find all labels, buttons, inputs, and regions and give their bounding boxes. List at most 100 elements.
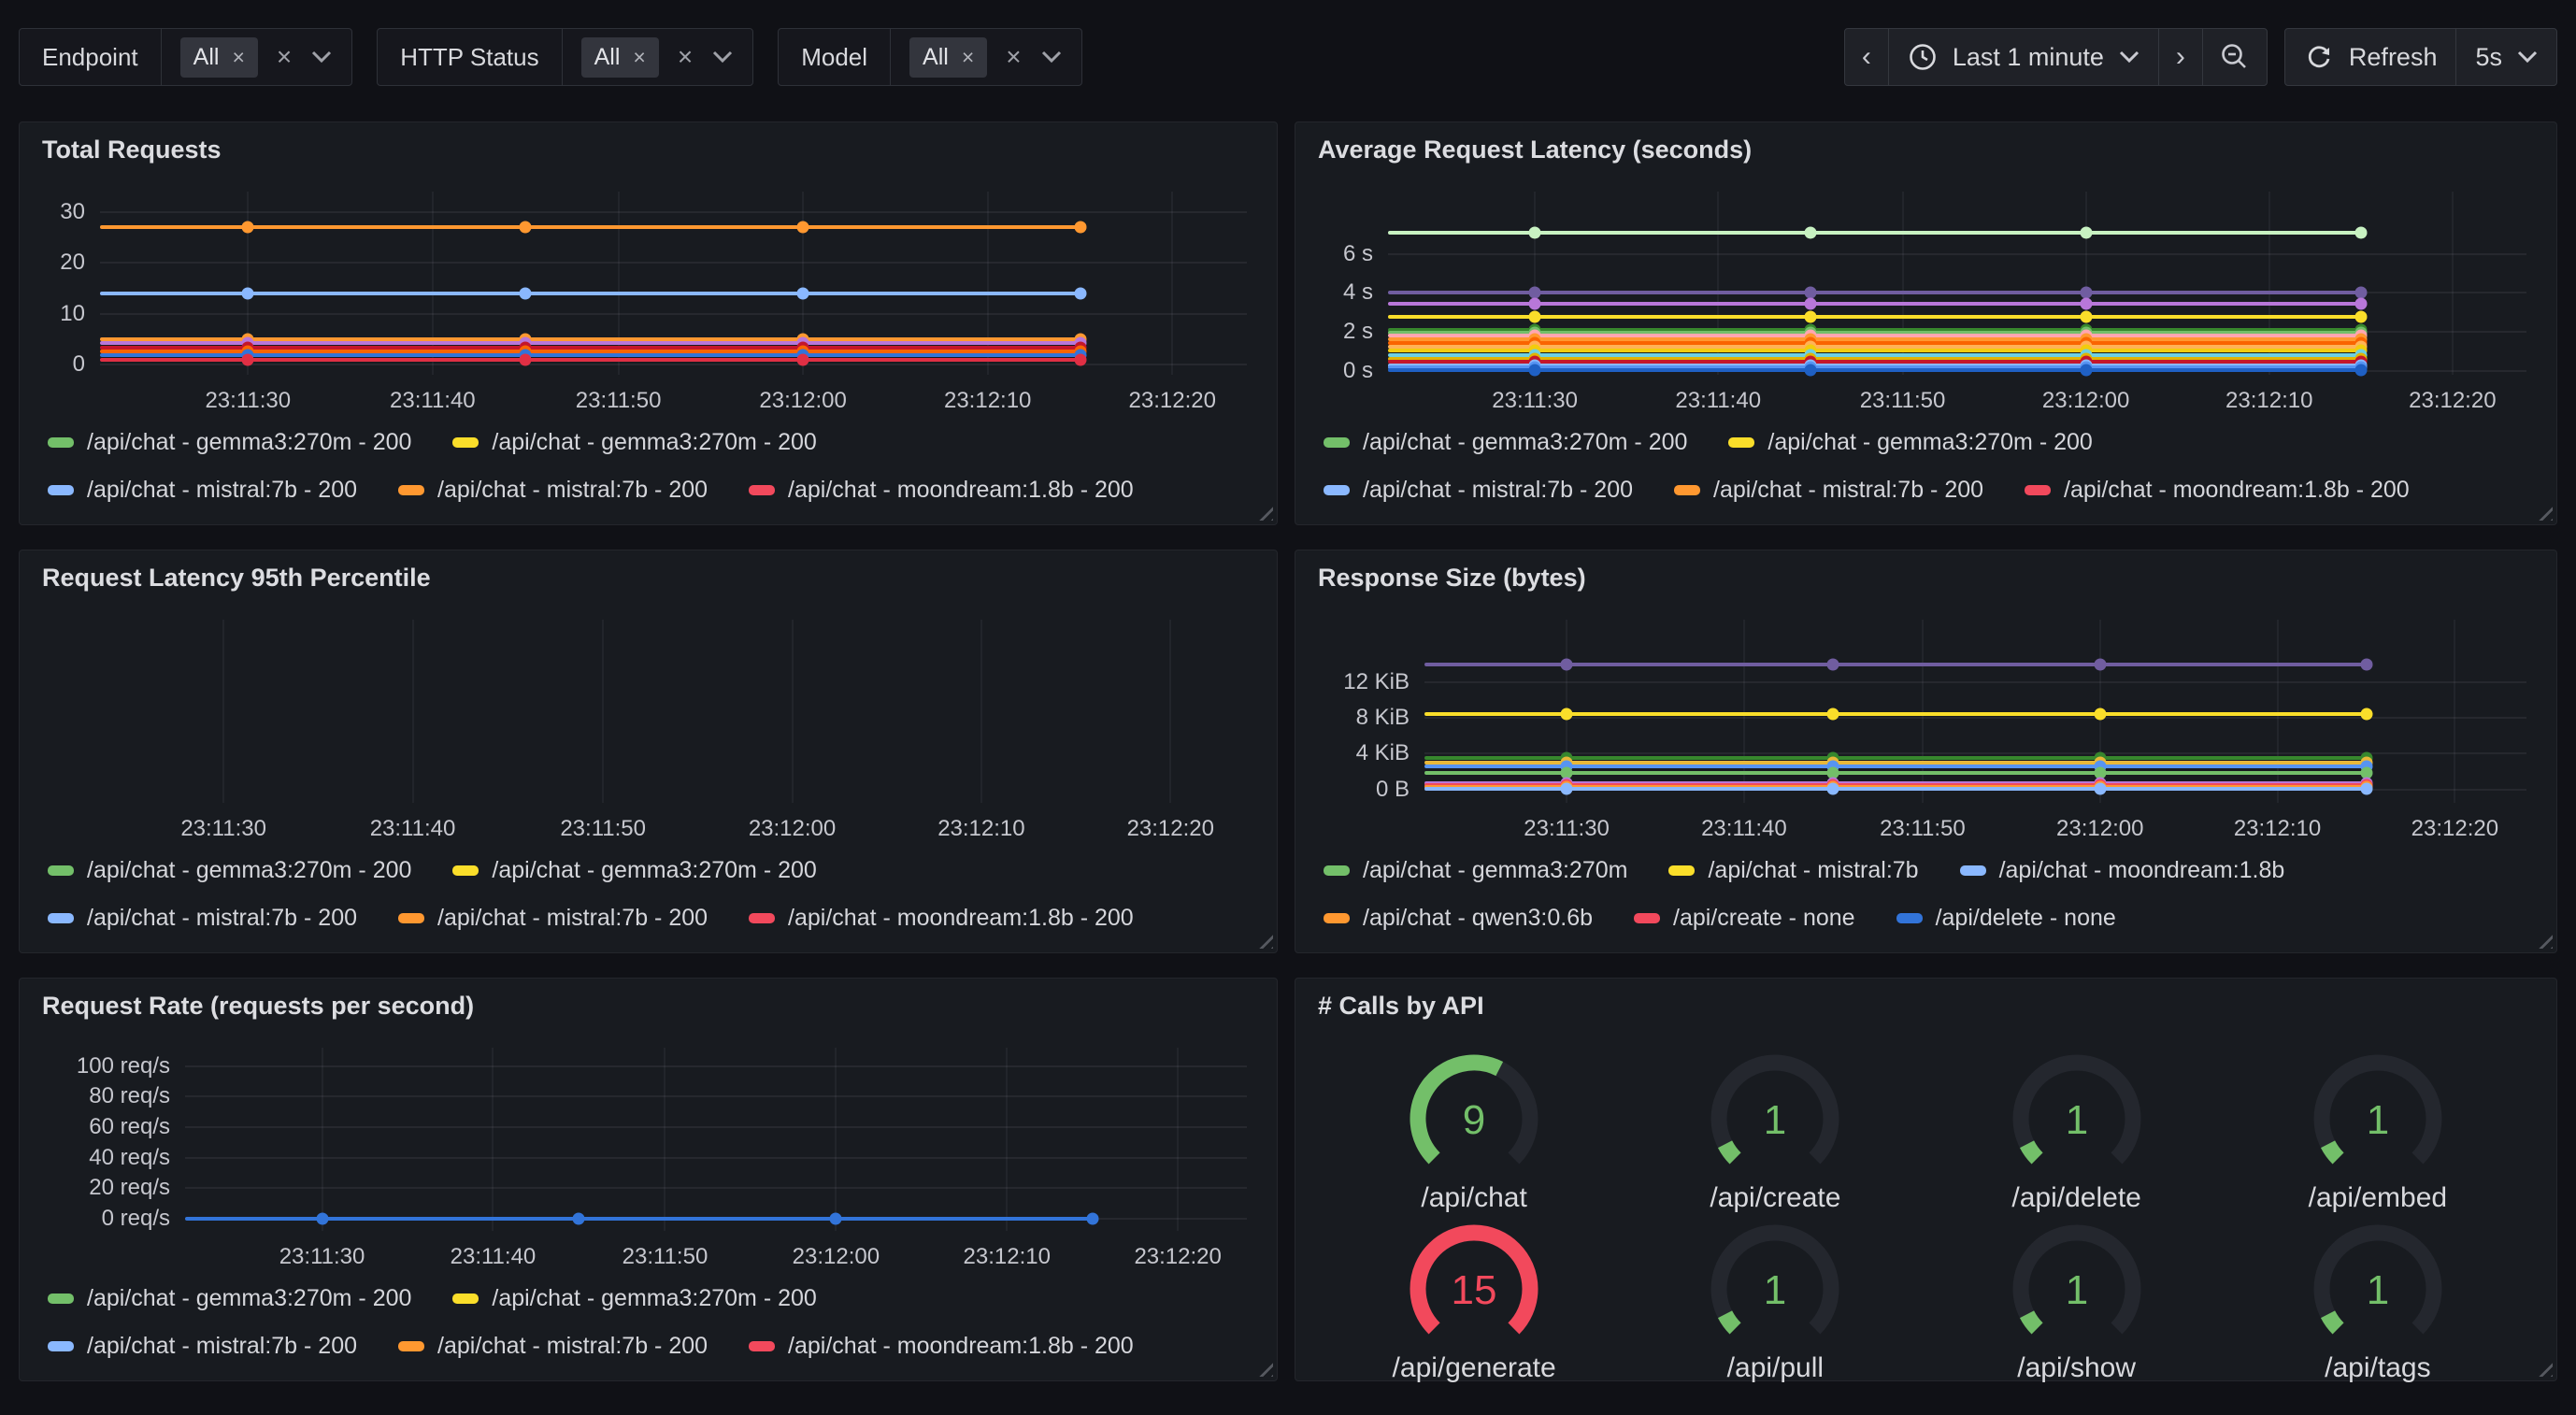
- time-range-picker-button[interactable]: Last 1 minute: [1889, 29, 2159, 85]
- legend-item[interactable]: /api/chat - gemma3:270m - 200: [1324, 429, 1687, 456]
- legend-item[interactable]: /api/chat - mistral:7b - 200: [398, 1333, 708, 1360]
- time-series-chart[interactable]: 0 B4 KiB8 KiB12 KiB23:11:3023:11:4023:11…: [1324, 612, 2536, 846]
- legend-item[interactable]: /api/chat - mistral:7b - 200: [1674, 477, 1983, 504]
- tag-remove-icon[interactable]: ×: [633, 47, 645, 68]
- filter-http-status: HTTP Status All × ×: [377, 28, 753, 86]
- plot-area: 010203023:11:3023:11:4023:11:5023:12:002…: [100, 192, 1247, 375]
- time-range-group: ‹ Last 1 minute ›: [1844, 28, 2268, 86]
- x-gridline: [1171, 192, 1173, 375]
- refresh-interval-button[interactable]: 5s: [2456, 29, 2556, 85]
- panel-title[interactable]: Request Rate (requests per second): [42, 992, 474, 1021]
- panel-resize-handle[interactable]: [1256, 504, 1273, 521]
- data-point: [1529, 311, 1541, 323]
- y-gridline: [185, 1157, 1247, 1159]
- legend-item[interactable]: /api/chat - moondream:1.8b - 200: [2025, 477, 2410, 504]
- y-gridline: [100, 262, 1247, 264]
- refresh-group: Refresh 5s: [2284, 28, 2557, 86]
- legend-item[interactable]: /api/chat - mistral:7b - 200: [48, 477, 357, 504]
- clear-selection-icon[interactable]: ×: [678, 44, 693, 70]
- time-series-chart[interactable]: 23:11:3023:11:4023:11:5023:12:0023:12:10…: [48, 612, 1256, 846]
- gauge-value: 1: [2367, 1267, 2389, 1313]
- legend-swatch: [48, 1294, 74, 1304]
- legend-item[interactable]: /api/delete - none: [1896, 905, 2116, 932]
- clear-selection-icon[interactable]: ×: [277, 44, 292, 70]
- gauge-label: /api/show: [2017, 1352, 2136, 1384]
- y-axis-tick-label: 6 s: [1343, 241, 1388, 267]
- refresh-button[interactable]: Refresh: [2285, 29, 2457, 85]
- time-range-label: Last 1 minute: [1953, 43, 2104, 72]
- y-axis-tick-label: 0 s: [1343, 358, 1388, 384]
- legend-item[interactable]: /api/chat - gemma3:270m - 200: [452, 857, 816, 884]
- legend-item[interactable]: /api/chat - qwen3:0.6b: [1324, 905, 1593, 932]
- legend-item[interactable]: /api/chat - moondream:1.8b - 200: [749, 905, 1134, 932]
- legend-item[interactable]: /api/chat - gemma3:270m: [1324, 857, 1627, 884]
- gauge-label: /api/tags: [2325, 1352, 2430, 1384]
- filter-model-tag[interactable]: All ×: [909, 37, 987, 78]
- panel-resize-handle[interactable]: [2536, 932, 2553, 949]
- legend-item[interactable]: /api/chat - mistral:7b - 200: [48, 1333, 357, 1360]
- refresh-label: Refresh: [2349, 43, 2438, 72]
- legend-swatch: [48, 865, 74, 876]
- panel-response-size: Response Size (bytes) 0 B4 KiB8 KiB12 Ki…: [1295, 550, 2557, 953]
- legend-item[interactable]: /api/chat - gemma3:270m - 200: [452, 1285, 816, 1312]
- data-point: [242, 222, 254, 234]
- legend-item[interactable]: /api/chat - mistral:7b - 200: [48, 905, 357, 932]
- x-axis-tick-label: 23:12:20: [1129, 388, 1216, 414]
- legend-item[interactable]: /api/chat - moondream:1.8b: [1960, 857, 2285, 884]
- x-axis-tick-label: 23:12:20: [1134, 1244, 1221, 1270]
- legend-row: /api/chat - mistral:7b - 200/api/chat - …: [48, 1333, 1254, 1360]
- x-axis-tick-label: 23:11:50: [560, 816, 646, 842]
- filter-http-status-value[interactable]: All × ×: [563, 29, 753, 85]
- filter-endpoint-label[interactable]: Endpoint: [20, 29, 162, 85]
- legend-item[interactable]: /api/chat - gemma3:270m - 200: [452, 429, 816, 456]
- filter-model-label[interactable]: Model: [779, 29, 891, 85]
- legend-item[interactable]: /api/chat - mistral:7b - 200: [1324, 477, 1633, 504]
- data-point: [1561, 708, 1573, 721]
- time-series-chart[interactable]: 0 s2 s4 s6 s23:11:3023:11:4023:11:5023:1…: [1324, 184, 2536, 418]
- legend-item[interactable]: /api/chat - moondream:1.8b - 200: [749, 477, 1134, 504]
- chevron-down-icon[interactable]: [310, 50, 333, 64]
- panel-resize-handle[interactable]: [1256, 932, 1273, 949]
- legend-item[interactable]: /api/chat - moondream:1.8b - 200: [749, 1333, 1134, 1360]
- filter-endpoint-value[interactable]: All × ×: [162, 29, 352, 85]
- legend-item[interactable]: /api/chat - gemma3:270m - 200: [48, 1285, 411, 1312]
- panel-request-latency-95th-percentile: Request Latency 95th Percentile 23:11:30…: [19, 550, 1278, 953]
- legend-item[interactable]: /api/chat - mistral:7b: [1668, 857, 1918, 884]
- zoom-out-icon: [2220, 42, 2250, 72]
- tag-remove-icon[interactable]: ×: [962, 47, 974, 68]
- legend-item[interactable]: /api/chat - mistral:7b - 200: [398, 905, 708, 932]
- legend-item[interactable]: /api/chat - gemma3:270m - 200: [48, 429, 411, 456]
- zoom-out-time-button[interactable]: [2203, 29, 2267, 85]
- panel-title[interactable]: Total Requests: [42, 136, 222, 164]
- time-shift-back-button[interactable]: ‹: [1845, 29, 1889, 85]
- filter-http-status-tag[interactable]: All ×: [581, 37, 659, 78]
- legend-swatch: [452, 1294, 479, 1304]
- panel-title[interactable]: Average Request Latency (seconds): [1318, 136, 1752, 164]
- data-point: [2361, 658, 2373, 670]
- legend-row: /api/chat - gemma3:270m/api/chat - mistr…: [1324, 857, 2534, 884]
- time-series-chart[interactable]: 0 req/s20 req/s40 req/s60 req/s80 req/s1…: [48, 1040, 1256, 1274]
- legend-item[interactable]: /api/create - none: [1634, 905, 1855, 932]
- filter-http-status-label[interactable]: HTTP Status: [378, 29, 562, 85]
- panel-title[interactable]: Request Latency 95th Percentile: [42, 564, 431, 593]
- panel-title[interactable]: # Calls by API: [1318, 992, 1484, 1021]
- filter-endpoint-tag[interactable]: All ×: [180, 37, 258, 78]
- tag-remove-icon[interactable]: ×: [232, 47, 244, 68]
- time-shift-forward-button[interactable]: ›: [2159, 29, 2203, 85]
- legend-label: /api/chat - mistral:7b - 200: [87, 905, 357, 932]
- time-series-chart[interactable]: 010203023:11:3023:11:4023:11:5023:12:002…: [48, 184, 1256, 418]
- legend-item[interactable]: /api/chat - gemma3:270m - 200: [48, 857, 411, 884]
- panel-resize-handle[interactable]: [2536, 1360, 2553, 1377]
- chevron-down-icon[interactable]: [711, 50, 734, 64]
- y-axis-tick-label: 2 s: [1343, 319, 1388, 345]
- legend-item[interactable]: /api/chat - mistral:7b - 200: [398, 477, 708, 504]
- filter-model-value[interactable]: All × ×: [891, 29, 1081, 85]
- panel-resize-handle[interactable]: [1256, 1360, 1273, 1377]
- panel-title[interactable]: Response Size (bytes): [1318, 564, 1586, 593]
- x-axis-tick-label: 23:11:30: [205, 388, 291, 414]
- panel-resize-handle[interactable]: [2536, 504, 2553, 521]
- legend-item[interactable]: /api/chat - gemma3:270m - 200: [1728, 429, 2092, 456]
- clear-selection-icon[interactable]: ×: [1006, 44, 1021, 70]
- data-point: [316, 1212, 328, 1224]
- chevron-down-icon[interactable]: [1040, 50, 1063, 64]
